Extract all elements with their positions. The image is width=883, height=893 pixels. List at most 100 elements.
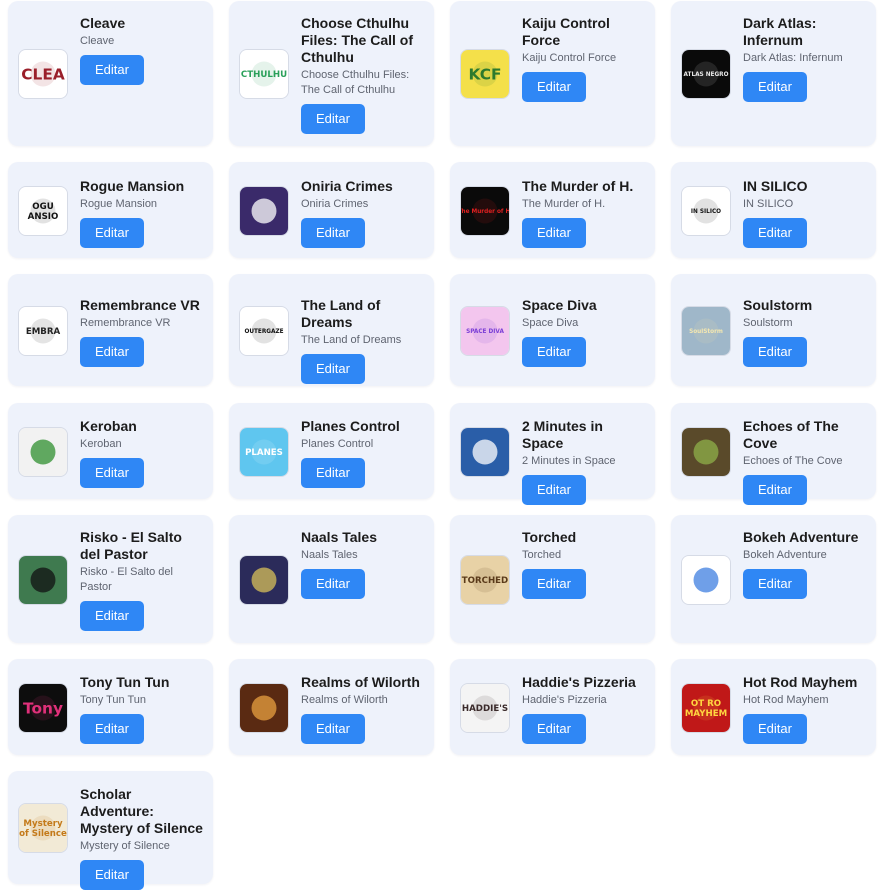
edit-button[interactable]: Editar: [301, 104, 365, 134]
game-card: TORCHED Torched Torched Editar: [450, 515, 655, 643]
svg-text:ATLAS NEGRO: ATLAS NEGRO: [684, 72, 729, 78]
game-thumbnail: The Murder of H.: [460, 186, 510, 236]
game-subtitle: IN SILICO: [743, 198, 794, 210]
game-card: Keroban Keroban Editar: [8, 403, 213, 499]
game-title: Planes Control: [301, 418, 400, 434]
svg-text:HADDIE'S: HADDIE'S: [462, 704, 508, 714]
edit-button[interactable]: Editar: [80, 601, 144, 631]
game-card: CLEA Cleave Cleave Editar: [8, 1, 213, 146]
svg-text:KCF: KCF: [469, 65, 502, 83]
game-title: Risko - El Salto del Pastor: [80, 529, 182, 562]
game-info: Torched Torched Editar: [522, 529, 647, 599]
edit-button[interactable]: Editar: [743, 72, 807, 102]
game-card: SoulStorm Soulstorm Soulstorm Editar: [671, 274, 876, 386]
game-title: 2 Minutes in Space: [522, 418, 603, 451]
game-thumbnail: [18, 555, 68, 605]
game-title: Cleave: [80, 15, 126, 31]
game-thumbnail: [681, 427, 731, 477]
svg-text:MAYHEM: MAYHEM: [685, 709, 727, 719]
game-subtitle: Hot Rod Mayhem: [743, 694, 829, 706]
edit-button[interactable]: Editar: [522, 218, 586, 248]
edit-button[interactable]: Editar: [301, 714, 365, 744]
game-subtitle: Torched: [522, 549, 562, 561]
game-card: Mystery of Silence Scholar Adventure: Myst…: [8, 771, 213, 890]
game-title: Torched: [522, 529, 577, 545]
edit-button[interactable]: Editar: [80, 337, 144, 367]
edit-button[interactable]: Editar: [301, 569, 365, 599]
game-card: HADDIE'S Haddie's Pizzeria Haddie's Pizzer…: [450, 659, 655, 755]
game-card: CTHULHU Choose Cthulhu Files: The Call of…: [229, 1, 434, 146]
game-subtitle: The Murder of H.: [522, 198, 606, 210]
game-subtitle: Tony Tun Tun: [80, 694, 147, 706]
game-card: Oniria Crimes Oniria Crimes Editar: [229, 162, 434, 258]
game-title: Space Diva: [522, 297, 597, 313]
edit-button[interactable]: Editar: [80, 218, 144, 248]
edit-button[interactable]: Editar: [301, 218, 365, 248]
svg-text:Mystery: Mystery: [23, 819, 63, 829]
game-card: PLANES Planes Control Planes Control Editar: [229, 403, 434, 499]
edit-button[interactable]: Editar: [80, 458, 144, 488]
edit-button[interactable]: Editar: [743, 569, 807, 599]
game-title: Hot Rod Mayhem: [743, 674, 858, 690]
game-card: Risko - El Salto del Pastor Risko - El Sa…: [8, 515, 213, 643]
svg-text:of Silence: of Silence: [19, 829, 67, 839]
edit-button[interactable]: Editar: [80, 714, 144, 744]
edit-button[interactable]: Editar: [522, 569, 586, 599]
edit-button[interactable]: Editar: [301, 458, 365, 488]
game-info: Space Diva Space Diva Editar: [522, 297, 647, 367]
game-subtitle: 2 Minutes in Space: [522, 455, 616, 467]
edit-button[interactable]: Editar: [522, 337, 586, 367]
game-thumbnail: [18, 427, 68, 477]
edit-button[interactable]: Editar: [522, 714, 586, 744]
game-title: Bokeh Adventure: [743, 529, 859, 545]
game-title: The Land of Dreams: [301, 297, 381, 330]
game-subtitle: Choose Cthulhu Files: The Call of Cthulh…: [301, 69, 410, 96]
game-title: Remembrance VR: [80, 297, 200, 313]
game-info: 2 Minutes in Space 2 Minutes in Space Edit…: [522, 418, 647, 505]
edit-button[interactable]: Editar: [522, 475, 586, 505]
game-subtitle: Soulstorm: [743, 317, 793, 329]
game-thumbnail: [239, 683, 289, 733]
edit-button[interactable]: Editar: [522, 72, 586, 102]
game-info: Scholar Adventure: Mystery of Silence Mys…: [80, 786, 205, 890]
edit-button[interactable]: Editar: [80, 860, 144, 890]
edit-button[interactable]: Editar: [301, 354, 365, 384]
game-subtitle: Space Diva: [522, 317, 579, 329]
game-info: The Murder of H. The Murder of H. Editar: [522, 178, 647, 248]
game-title: Soulstorm: [743, 297, 813, 313]
game-subtitle: Kaiju Control Force: [522, 52, 617, 64]
edit-button[interactable]: Editar: [743, 218, 807, 248]
game-card: EMBRA Remembrance VR Remembrance VR Editar: [8, 274, 213, 386]
game-thumbnail: PLANES: [239, 427, 289, 477]
game-info: Haddie's Pizzeria Haddie's Pizzeria Editar: [522, 674, 647, 744]
game-subtitle: Haddie's Pizzeria: [522, 694, 607, 706]
edit-button[interactable]: Editar: [743, 337, 807, 367]
game-card: KCF Kaiju Control Force Kaiju Control Forc…: [450, 1, 655, 146]
svg-text:IN SILICO: IN SILICO: [691, 209, 721, 215]
game-info: Bokeh Adventure Bokeh Adventure Editar: [743, 529, 868, 599]
game-title: Dark Atlas: Infernum: [743, 15, 817, 48]
game-thumbnail: Mystery of Silence: [18, 803, 68, 853]
game-info: Naals Tales Naals Tales Editar: [301, 529, 426, 599]
game-info: Planes Control Planes Control Editar: [301, 418, 426, 488]
game-card: Naals Tales Naals Tales Editar: [229, 515, 434, 643]
game-card: Realms of Wilorth Realms of Wilorth Editar: [229, 659, 434, 755]
game-thumbnail: [239, 555, 289, 605]
svg-text:PLANES: PLANES: [245, 448, 283, 458]
game-thumbnail: [460, 427, 510, 477]
svg-text:SPACE DIVA: SPACE DIVA: [466, 329, 504, 335]
game-subtitle: Naals Tales: [301, 549, 358, 561]
game-info: Rogue Mansion Rogue Mansion Editar: [80, 178, 205, 248]
edit-button[interactable]: Editar: [80, 55, 144, 85]
game-title: Kaiju Control Force: [522, 15, 610, 48]
game-title: Haddie's Pizzeria: [522, 674, 636, 690]
svg-text:SoulStorm: SoulStorm: [689, 329, 723, 335]
game-thumbnail: OT RO MAYHEM: [681, 683, 731, 733]
game-card: 2 Minutes in Space 2 Minutes in Space Edit…: [450, 403, 655, 505]
edit-button[interactable]: Editar: [743, 475, 807, 505]
game-subtitle: Mystery of Silence: [80, 840, 170, 852]
game-thumbnail: HADDIE'S: [460, 683, 510, 733]
game-thumbnail: Tony: [18, 683, 68, 733]
svg-text:OGU: OGU: [32, 202, 53, 212]
edit-button[interactable]: Editar: [743, 714, 807, 744]
